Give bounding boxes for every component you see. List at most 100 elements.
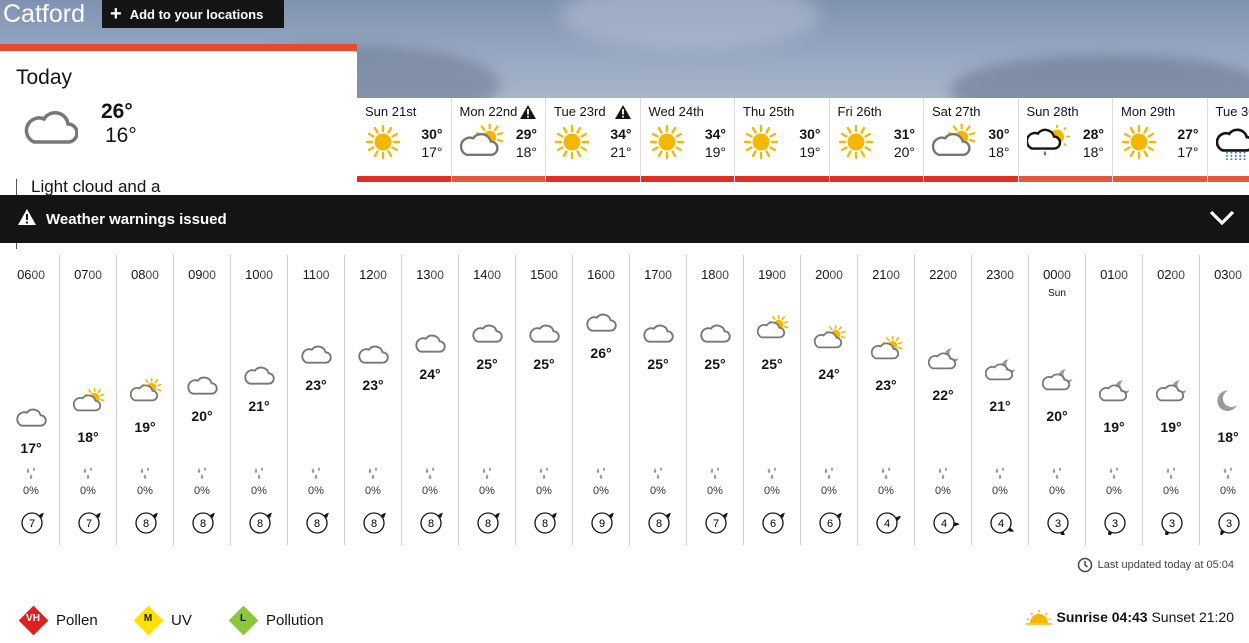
svg-text:7: 7 [29,518,35,530]
day-tab[interactable]: Tue 30th [1207,98,1249,182]
today-description: Light cloud and a [31,177,161,196]
cloud-icon [700,321,732,348]
cloud-icon [472,321,504,348]
sun-icon [743,124,779,165]
hour-column[interactable]: 1400 25° 0% 8 [459,255,516,545]
day-tab[interactable]: Thu 25th 30° 19° [735,98,830,182]
cloud-icon [16,405,48,432]
day-tab[interactable]: Sat 27th 30° 18° [924,98,1019,182]
wind-direction-icon: 8 [134,511,166,540]
sunrise-time: 04:43 [1111,609,1148,625]
hour-column[interactable]: 0600 17° 0% 7 [3,255,60,545]
svg-text:6: 6 [827,518,833,530]
hour-column[interactable]: 0100 19° 0% 3 [1086,255,1143,545]
pollution-indicator[interactable]: L Pollution [228,605,324,636]
pollen-indicator[interactable]: VH Pollen [18,605,98,636]
wind-direction-icon: 8 [248,511,280,540]
rain-chance: 0% [1220,485,1236,497]
day-tab[interactable]: Wed 24th 34° 19° [640,98,735,182]
hour-time: 2200 [929,267,957,282]
day-tab[interactable]: Mon 29th 27° 17° [1113,98,1208,182]
hour-temp: 24° [419,366,441,382]
sun-icon [1121,124,1157,165]
hour-column[interactable]: 0200 19° 0% 3 [1143,255,1200,545]
day-low-temp: 17° [421,144,443,160]
hour-column[interactable]: 2200 22° 0% 4 [915,255,972,545]
today-card[interactable]: Today 26° 16° Light cloud and a [0,44,357,249]
day-high-temp: 34° [610,126,632,142]
hour-temp: 20° [1046,408,1068,424]
day-tab[interactable]: Tue 23rd 34° 21° [546,98,641,182]
wind-direction-icon: 9 [590,511,622,540]
day-tab[interactable]: Fri 26th 31° 20° [829,98,924,182]
add-location-button[interactable]: + Add to your locations [102,0,284,28]
hour-column[interactable]: 1000 21° 0% 8 [231,255,288,545]
hour-column[interactable]: 1900 25° 0% 6 [744,255,801,545]
temperature-bar [924,176,1018,182]
moon-cloud-icon [1041,367,1074,396]
uv-indicator[interactable]: M UV [133,605,192,636]
hour-time: 0700 [74,267,102,282]
raindrops-icon [1219,467,1237,486]
rain-chance: 0% [479,485,495,497]
cloud-icon [22,109,79,150]
temperature-bar [1018,176,1112,182]
rain-chance: 0% [1049,485,1065,497]
hour-time: 1800 [701,267,729,282]
svg-text:8: 8 [656,518,662,530]
hour-column[interactable]: 1200 23° 0% 8 [345,255,402,545]
hour-column[interactable]: 2000 24° 0% 6 [801,255,858,545]
svg-text:8: 8 [371,518,377,530]
clock-icon [1077,557,1092,573]
raindrops-icon [649,467,667,486]
hour-column[interactable]: 1300 24° 0% 8 [402,255,459,545]
sunset-label: Sunset [1151,609,1196,625]
hour-column[interactable]: 1800 25° 0% 7 [687,255,744,545]
hour-column[interactable]: 1100 23° 0% 8 [288,255,345,545]
hour-time: 1300 [416,267,444,282]
hour-column[interactable]: 0700 18° 0% 7 [60,255,117,545]
last-updated-text: Last updated today at 05:04 [1097,559,1234,571]
hour-column[interactable]: 0900 20° 0% 8 [174,255,231,545]
moon-cloud-icon [1098,378,1131,407]
hour-column[interactable]: 2100 23° 0% 4 [858,255,915,545]
day-tab[interactable]: Sun 21st 30° 17° [357,98,452,182]
day-low-temp: 19° [799,144,821,160]
raindrops-icon [421,467,439,486]
hour-column[interactable]: 0800 19° 0% 8 [117,255,174,545]
hour-time: 0600 [17,267,45,282]
sun-cloud-icon [459,122,504,162]
svg-text:8: 8 [314,518,320,530]
hour-temp: 25° [647,355,669,372]
svg-text:4: 4 [998,518,1004,530]
raindrops-icon [934,467,952,486]
temperature-bar [451,176,545,182]
hour-column[interactable]: 2300 21° 0% 4 [972,255,1029,545]
raindrops-icon [478,467,496,486]
wind-direction-icon: 3 [1046,511,1078,540]
cloud-icon [244,363,276,390]
today-low-temp: 16° [105,124,137,147]
chevron-down-icon[interactable] [1209,208,1235,233]
hour-time: 1900 [758,267,786,282]
hour-column[interactable]: 1500 25° 0% 8 [516,255,573,545]
hour-temp: 22° [932,387,954,403]
day-tab[interactable]: Sun 28th 28° 18° [1018,98,1113,182]
uv-badge: M [143,613,153,624]
hour-column[interactable]: 1600 26° 0% 9 [573,255,630,545]
hour-time: 0900 [188,267,216,282]
wind-direction-icon: 8 [533,511,565,540]
weather-warnings-bar[interactable]: Weather warnings issued [0,195,1249,243]
hour-column[interactable]: 0300 18° 0% 3 [1200,255,1249,545]
wind-direction-icon: 8 [476,511,508,540]
wind-direction-icon: 8 [647,511,679,540]
wind-direction-icon: 3 [1217,511,1249,540]
raindrops-icon [193,467,211,486]
svg-text:8: 8 [428,518,434,530]
hour-column[interactable]: 0000 Sun 20° 0% 3 [1029,255,1086,545]
day-tab[interactable]: Mon 22nd 29° 18° [451,98,546,182]
hour-column[interactable]: 1700 25° 0% 8 [630,255,687,545]
wind-direction-icon: 8 [305,511,337,540]
warnings-label: Weather warnings issued [46,210,227,228]
svg-text:8: 8 [542,518,548,530]
